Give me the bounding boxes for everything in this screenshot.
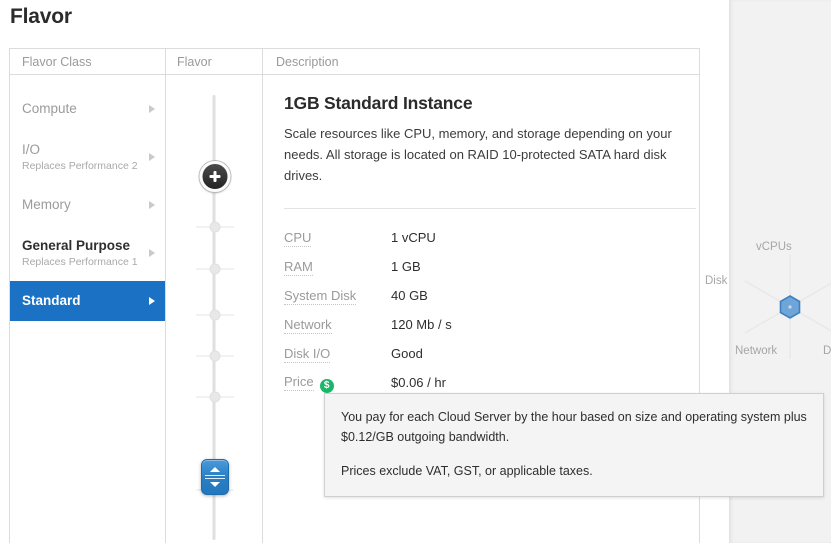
slider-tick-dot[interactable] [209, 309, 221, 321]
flavor-class-list: Compute I/O Replaces Performance 2 Memor… [10, 75, 165, 543]
radar-axis-label-disk: Disk [705, 275, 728, 287]
flavor-class-item-compute[interactable]: Compute [10, 89, 165, 129]
radar-series-polygon [779, 295, 801, 319]
spec-label-cell: Network [284, 310, 391, 339]
column-header-flavor: Flavor [177, 55, 212, 69]
spec-label[interactable]: System Disk [284, 288, 357, 305]
spec-row-system-disk: System Disk 40 GB [284, 281, 452, 310]
slider-tick-dot[interactable] [209, 221, 221, 233]
flavor-spec-table: CPU 1 vCPU RAM 1 GB System Disk 40 GB Ne… [284, 223, 452, 397]
slider-tick-dot[interactable] [209, 263, 221, 275]
spec-value: Good [391, 346, 423, 361]
grip-line [205, 475, 225, 476]
spec-label-cell: CPU [284, 223, 391, 252]
caret-up-icon [210, 467, 220, 472]
flavor-class-label: Memory [22, 197, 71, 212]
slider-handle[interactable] [201, 459, 229, 495]
spec-row-network: Network 120 Mb / s [284, 310, 452, 339]
flavor-slider[interactable] [166, 75, 262, 543]
dollar-icon[interactable]: $ [319, 378, 334, 393]
flavor-class-label: I/O [22, 141, 41, 157]
resource-radar-chart: vCPUs RAM Disk I/O Network Disk [692, 225, 831, 375]
spec-label-cell: Disk I/O [284, 339, 391, 368]
caret-down-icon [210, 482, 220, 487]
spec-label-cell: RAM [284, 252, 391, 281]
spec-value: 1 vCPU [391, 230, 436, 245]
flavor-class-label: Compute [22, 101, 77, 116]
slider-increase-button[interactable] [199, 161, 231, 192]
app-root: Flavor Flavor Class Flavor Description C… [0, 0, 831, 543]
flavor-spec-area: CPU 1 vCPU RAM 1 GB System Disk 40 GB Ne… [284, 223, 831, 397]
flavor-class-label: General Purpose [22, 237, 131, 253]
spec-value: 40 GB [391, 288, 428, 303]
price-tooltip: You pay for each Cloud Server by the hou… [324, 393, 824, 497]
spec-label[interactable]: CPU [284, 230, 312, 247]
flavor-class-sublabel: Replaces Performance 1 [22, 255, 138, 268]
table-header-row: Flavor Class Flavor Description [10, 49, 699, 75]
tooltip-paragraph-1: You pay for each Cloud Server by the hou… [341, 410, 807, 444]
radar-axis-label-network: Network [735, 345, 778, 357]
spec-value: 120 Mb / s [391, 317, 452, 332]
spec-label[interactable]: Disk I/O [284, 346, 331, 363]
column-header-description: Description [276, 55, 339, 69]
spec-row-cpu: CPU 1 vCPU [284, 223, 452, 252]
section-divider [284, 208, 696, 209]
plus-icon [213, 171, 217, 182]
flavor-class-item-io[interactable]: I/O Replaces Performance 2 [10, 137, 165, 177]
grip-line [205, 478, 225, 479]
spec-value: 1 GB [391, 259, 421, 274]
spec-label-cell: System Disk [284, 281, 391, 310]
flavor-title: 1GB Standard Instance [284, 93, 473, 113]
spec-label[interactable]: RAM [284, 259, 313, 276]
spec-label[interactable]: Network [284, 317, 332, 334]
spec-row-disk-io: Disk I/O Good [284, 339, 452, 368]
flavor-class-sublabel: Replaces Performance 2 [22, 159, 138, 172]
flavor-class-label: Standard [22, 293, 81, 308]
chevron-right-icon [149, 201, 155, 209]
chevron-right-icon [149, 105, 155, 113]
spec-label[interactable]: Price [284, 374, 314, 391]
chevron-right-icon [149, 153, 155, 161]
chevron-right-icon [149, 249, 155, 257]
page-title: Flavor [10, 5, 72, 28]
flavor-description-text: Scale resources like CPU, memory, and st… [284, 126, 672, 183]
chevron-right-icon [149, 297, 155, 305]
slider-tick-dot[interactable] [209, 350, 221, 362]
radar-axis-label-disk-io: Disk I/O [823, 345, 831, 357]
column-header-flavor-class: Flavor Class [22, 55, 92, 69]
tooltip-paragraph-2: Prices exclude VAT, GST, or applicable t… [341, 464, 593, 478]
slider-tick-dot[interactable] [209, 391, 221, 403]
spec-row-ram: RAM 1 GB [284, 252, 452, 281]
flavor-class-item-memory[interactable]: Memory [10, 185, 165, 225]
flavor-class-item-general-purpose[interactable]: General Purpose Replaces Performance 1 [10, 233, 165, 273]
flavor-class-item-standard[interactable]: Standard [10, 281, 165, 321]
radar-axis-label-vcpus: vCPUs [756, 241, 792, 253]
